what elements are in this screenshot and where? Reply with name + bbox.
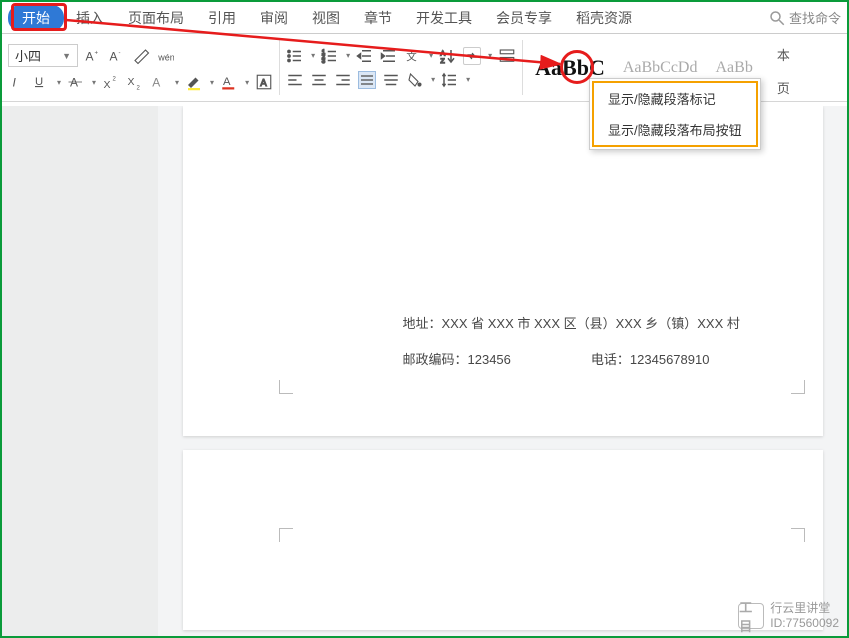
shading-icon[interactable] — [406, 71, 424, 89]
tab-daoke[interactable]: 稻壳资源 — [564, 4, 644, 32]
page-corner-marker — [791, 380, 805, 394]
style-heading-preview[interactable]: AaBbC — [529, 55, 611, 81]
menu-toggle-paragraph-layout-button[interactable]: 显示/隐藏段落布局按钮 — [594, 114, 756, 145]
svg-text:2: 2 — [113, 77, 117, 83]
svg-text:A: A — [152, 76, 160, 90]
clear-format-icon[interactable] — [132, 47, 150, 65]
underline-icon[interactable]: U — [32, 73, 50, 91]
page-corner-marker — [279, 380, 293, 394]
pilcrow-dropdown-menu: 显示/隐藏段落标记 显示/隐藏段落布局按钮 — [589, 78, 761, 150]
tab-view[interactable]: 视图 — [300, 4, 352, 32]
postal-value: 123456 — [468, 352, 511, 367]
page-tools-label[interactable]: 页 — [771, 78, 796, 97]
page-corner-marker — [279, 528, 293, 542]
font-color-icon[interactable]: A — [220, 73, 238, 91]
svg-text:2: 2 — [137, 86, 141, 92]
tab-insert[interactable]: 插入 — [64, 4, 116, 32]
tab-settings-icon[interactable] — [498, 47, 516, 65]
superscript-icon[interactable]: X2 — [102, 73, 120, 91]
style-normal-preview[interactable]: AaBbCcDd — [617, 59, 704, 77]
character-border-icon[interactable]: A — [255, 73, 273, 91]
svg-text:A: A — [110, 49, 118, 63]
document-page-1[interactable]: 地址：XXX 省 XXX 市 XXX 区（县）XXX 乡（镇）XXX 村 邮政编… — [183, 106, 823, 436]
page-corner-marker — [791, 528, 805, 542]
svg-text:A: A — [86, 49, 94, 63]
highlight-icon[interactable] — [185, 73, 203, 91]
tab-review[interactable]: 审阅 — [248, 4, 300, 32]
strikethrough-icon[interactable]: A — [67, 73, 85, 91]
tab-start[interactable]: 开始 — [8, 5, 64, 31]
watermark-id-label: ID: — [770, 616, 785, 630]
align-distributed-icon[interactable] — [382, 71, 400, 89]
align-center-icon[interactable] — [310, 71, 328, 89]
watermark: 工目 行云里讲堂 ID:77560092 — [738, 601, 839, 630]
font-size-select[interactable]: 小四 ▼ — [8, 44, 78, 67]
svg-text:Z: Z — [441, 57, 445, 64]
asian-layout-icon[interactable]: 文 — [404, 47, 422, 65]
text-effect-icon[interactable]: A — [150, 73, 168, 91]
phonetic-guide-icon[interactable]: wén — [156, 47, 174, 65]
svg-text:X: X — [128, 76, 135, 88]
address-label: 地址： — [403, 316, 442, 331]
chevron-down-icon: ▼ — [62, 51, 71, 61]
decrease-indent-icon[interactable] — [356, 47, 374, 65]
italic-icon[interactable]: I — [8, 73, 26, 91]
svg-text:-: - — [119, 50, 121, 56]
svg-text:I: I — [13, 76, 17, 90]
address-value: XXX 省 XXX 市 XXX 区（县）XXX 乡（镇）XXX 村 — [442, 316, 740, 331]
left-gutter — [2, 106, 158, 636]
tab-section[interactable]: 章节 — [352, 4, 404, 32]
ribbon-tabs: 开始 插入 页面布局 引用 审阅 视图 章节 开发工具 会员专享 稻壳资源 查找… — [2, 2, 847, 34]
svg-text:X: X — [104, 79, 111, 91]
svg-text:+: + — [95, 50, 99, 56]
postal-label: 邮政编码： — [403, 352, 468, 367]
font-size-value: 小四 — [15, 46, 41, 65]
search-command[interactable]: 查找命令 — [768, 8, 841, 27]
style-normal-preview-2[interactable]: AaBb — [709, 59, 758, 77]
svg-text:3: 3 — [322, 58, 326, 64]
svg-text:wén: wén — [157, 52, 174, 62]
menu-toggle-paragraph-marks[interactable]: 显示/隐藏段落标记 — [594, 83, 756, 114]
bullet-list-icon[interactable] — [286, 47, 304, 65]
watermark-title: 行云里讲堂 — [770, 601, 839, 615]
line-spacing-icon[interactable] — [441, 71, 459, 89]
number-list-icon[interactable]: 123 — [321, 47, 339, 65]
watermark-logo-icon: 工目 — [738, 603, 764, 629]
align-left-icon[interactable] — [286, 71, 304, 89]
align-justify-icon[interactable] — [358, 71, 376, 89]
document-page-2[interactable] — [183, 450, 823, 630]
tab-references[interactable]: 引用 — [196, 4, 248, 32]
subscript-icon[interactable]: X2 — [126, 73, 144, 91]
align-right-icon[interactable] — [334, 71, 352, 89]
search-icon — [768, 9, 786, 27]
watermark-id-value: 77560092 — [786, 616, 839, 630]
tab-member[interactable]: 会员专享 — [484, 4, 564, 32]
increase-indent-icon[interactable] — [380, 47, 398, 65]
document-content: 地址：XXX 省 XXX 市 XXX 区（县）XXX 乡（镇）XXX 村 邮政编… — [403, 306, 783, 379]
text-tools-label[interactable]: 本 — [771, 45, 796, 64]
pilcrow-toggle-button[interactable] — [463, 47, 481, 65]
tab-dev-tools[interactable]: 开发工具 — [404, 4, 484, 32]
phone-value: 12345678910 — [630, 352, 710, 367]
svg-text:A: A — [70, 76, 78, 90]
phone-label: 电话： — [591, 352, 630, 367]
tab-page-layout[interactable]: 页面布局 — [116, 4, 196, 32]
sort-icon[interactable]: AZ — [439, 47, 457, 65]
increase-font-icon[interactable]: A+ — [84, 47, 102, 65]
search-placeholder: 查找命令 — [789, 8, 841, 27]
svg-text:U: U — [35, 76, 43, 88]
svg-text:A: A — [223, 76, 231, 88]
svg-text:A: A — [441, 50, 446, 57]
svg-text:A: A — [260, 78, 267, 89]
document-area: 地址：XXX 省 XXX 市 XXX 区（县）XXX 乡（镇）XXX 村 邮政编… — [2, 106, 847, 636]
svg-text:文: 文 — [406, 49, 417, 62]
decrease-font-icon[interactable]: A- — [108, 47, 126, 65]
